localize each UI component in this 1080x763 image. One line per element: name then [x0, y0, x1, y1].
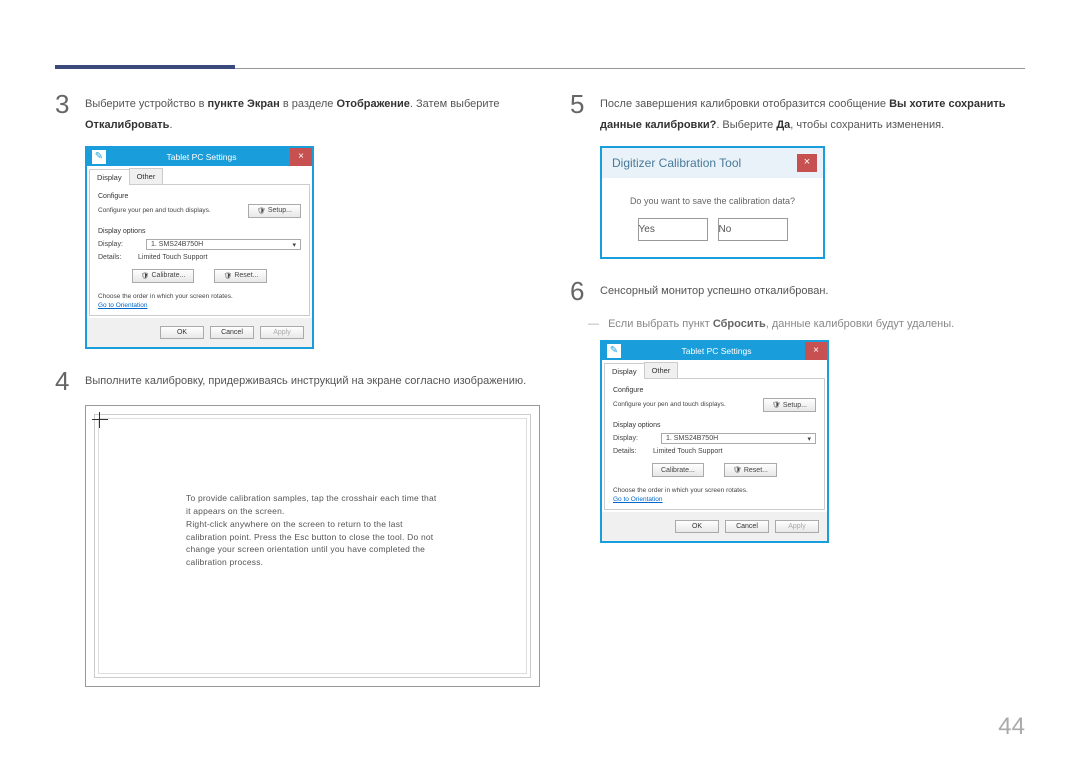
dialog-title: Tablet PC Settings: [111, 152, 292, 162]
dialog-tabs: Display Other: [604, 362, 825, 379]
tab-other[interactable]: Other: [644, 362, 679, 378]
orientation-link[interactable]: Go to Orientation: [98, 302, 148, 309]
dialog-body: Display Other Configure Configure your p…: [87, 166, 312, 318]
ok-button[interactable]: OK: [675, 520, 719, 533]
configure-row: Configure your pen and touch displays. S…: [613, 398, 816, 412]
setup-button[interactable]: Setup...: [763, 398, 816, 412]
display-row: Display: 1. SMS24B750H: [613, 433, 816, 444]
calibration-instructions: To provide calibration samples, tap the …: [186, 492, 439, 569]
step-5: 5 После завершения калибровки отобразитс…: [570, 90, 1025, 136]
calibration-screen: To provide calibration samples, tap the …: [85, 405, 540, 687]
right-column: 5 После завершения калибровки отобразитс…: [570, 90, 1025, 687]
step-number: 4: [55, 367, 73, 396]
tab-panel: Configure Configure your pen and touch d…: [89, 185, 310, 316]
dialog-body: Display Other Configure Configure your p…: [602, 360, 827, 512]
digitizer-message: Do you want to save the calibration data…: [602, 178, 823, 218]
tab-panel: Configure Configure your pen and touch d…: [604, 379, 825, 510]
display-options-label: Display options: [98, 228, 301, 235]
crosshair-icon: [92, 412, 108, 428]
close-icon[interactable]: ×: [797, 154, 817, 172]
details-value: Limited Touch Support: [653, 448, 723, 455]
apply-button[interactable]: Apply: [775, 520, 819, 533]
apply-button[interactable]: Apply: [260, 326, 304, 339]
shield-icon: [772, 401, 780, 409]
display-options-label: Display options: [613, 422, 816, 429]
tab-other[interactable]: Other: [129, 168, 164, 184]
display-label: Display:: [613, 435, 653, 442]
digitizer-dialog: Digitizer Calibration Tool × Do you want…: [600, 146, 825, 259]
step-3: 3 Выберите устройство в пункте Экран в р…: [55, 90, 540, 136]
orientation-text: Choose the order in which your screen ro…: [613, 487, 816, 494]
tablet-pc-settings-dialog-2: ✎ Tablet PC Settings × Display Other Con…: [600, 340, 829, 543]
tab-display[interactable]: Display: [89, 169, 130, 185]
dialog-titlebar: ✎ Tablet PC Settings ×: [87, 148, 312, 166]
setup-button[interactable]: Setup...: [248, 204, 301, 218]
dialog-footer: OK Cancel Apply: [602, 512, 827, 541]
ok-button[interactable]: OK: [160, 326, 204, 339]
cancel-button[interactable]: Cancel: [210, 326, 254, 339]
configure-row: Configure your pen and touch displays. S…: [98, 204, 301, 218]
left-column: 3 Выберите устройство в пункте Экран в р…: [55, 90, 540, 687]
close-icon[interactable]: ×: [805, 342, 827, 360]
dialog-icon: ✎: [92, 150, 106, 164]
configure-text: Configure your pen and touch displays.: [613, 401, 763, 409]
no-button[interactable]: No: [718, 218, 788, 241]
header-accent: [55, 65, 235, 69]
dialog-icon: ✎: [607, 344, 621, 358]
shield-icon: [257, 207, 265, 215]
dialog-tabs: Display Other: [89, 168, 310, 185]
configure-text: Configure your pen and touch displays.: [98, 207, 248, 215]
display-select[interactable]: 1. SMS24B750H: [146, 239, 301, 250]
calibrate-row: Calibrate... Reset...: [98, 269, 301, 283]
step-number: 3: [55, 90, 73, 136]
step-text: Выполните калибровку, придерживаясь инст…: [85, 367, 526, 396]
details-label: Details:: [613, 448, 653, 455]
orientation-link[interactable]: Go to Orientation: [613, 496, 663, 503]
step-number: 6: [570, 277, 588, 306]
content-area: 3 Выберите устройство в пункте Экран в р…: [55, 90, 1025, 687]
configure-label: Configure: [98, 193, 301, 200]
step-text: Выберите устройство в пункте Экран в раз…: [85, 90, 540, 136]
tablet-pc-settings-dialog: ✎ Tablet PC Settings × Display Other Con…: [85, 146, 314, 349]
step-text: После завершения калибровки отобразится …: [600, 90, 1025, 136]
reset-button[interactable]: Reset...: [214, 269, 267, 283]
display-label: Display:: [98, 241, 138, 248]
reset-button[interactable]: Reset...: [724, 463, 777, 477]
orientation-text: Choose the order in which your screen ro…: [98, 293, 301, 300]
digitizer-title: Digitizer Calibration Tool ×: [602, 148, 823, 178]
page-number: 44: [998, 713, 1025, 741]
display-select[interactable]: 1. SMS24B750H: [661, 433, 816, 444]
yes-button[interactable]: Yes: [638, 218, 708, 241]
close-icon[interactable]: ×: [290, 148, 312, 166]
step-number: 5: [570, 90, 588, 136]
shield-icon: [223, 272, 231, 280]
calibrate-button[interactable]: Calibrate...: [132, 269, 195, 283]
display-row: Display: 1. SMS24B750H: [98, 239, 301, 250]
digitizer-buttons: Yes No: [602, 218, 823, 257]
dialog-title: Tablet PC Settings: [626, 346, 807, 356]
tab-display[interactable]: Display: [604, 363, 645, 379]
details-label: Details:: [98, 254, 138, 261]
details-value: Limited Touch Support: [138, 254, 208, 261]
details-row: Details: Limited Touch Support: [98, 254, 301, 261]
dialog-titlebar: ✎ Tablet PC Settings ×: [602, 342, 827, 360]
step-4: 4 Выполните калибровку, придерживаясь ин…: [55, 367, 540, 396]
dash-icon: ―: [588, 318, 599, 330]
calibrate-button[interactable]: Calibrate...: [652, 463, 704, 477]
step-text: Сенсорный монитор успешно откалиброван.: [600, 277, 828, 306]
configure-label: Configure: [613, 387, 816, 394]
shield-icon: [733, 466, 741, 474]
calibrate-row: Calibrate... Reset...: [613, 463, 816, 477]
cancel-button[interactable]: Cancel: [725, 520, 769, 533]
shield-icon: [141, 272, 149, 280]
note: ― Если выбрать пункт Сбросить, данные ка…: [588, 315, 1025, 334]
step-6: 6 Сенсорный монитор успешно откалиброван…: [570, 277, 1025, 306]
details-row: Details: Limited Touch Support: [613, 448, 816, 455]
dialog-footer: OK Cancel Apply: [87, 318, 312, 347]
